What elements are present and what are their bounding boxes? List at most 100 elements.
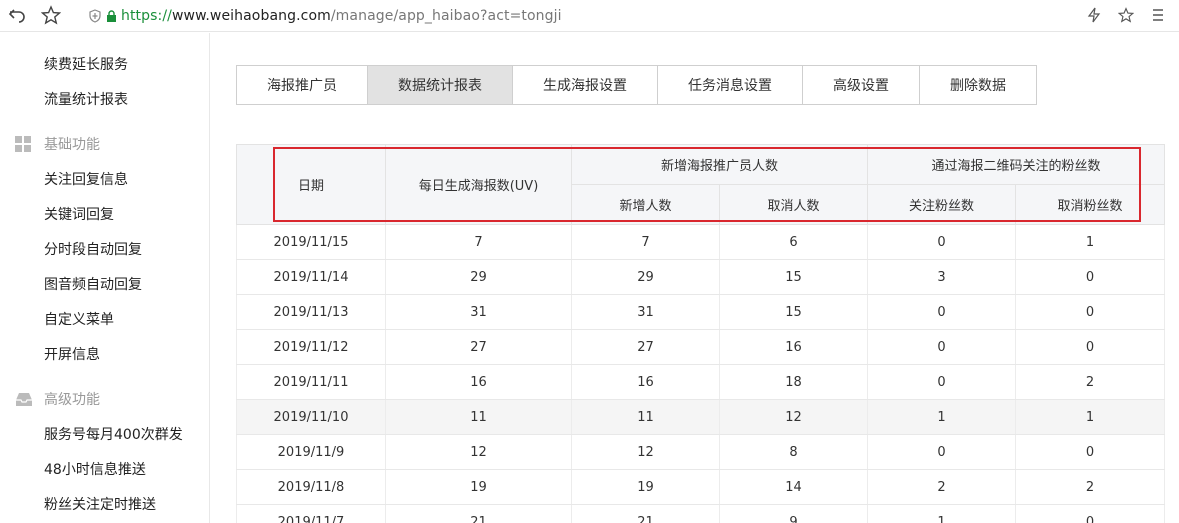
inbox-icon xyxy=(16,393,32,406)
cell-cancel: 15 xyxy=(718,259,869,295)
sidebar-item-renew[interactable]: 续费延长服务 xyxy=(44,54,128,74)
sidebar-item-traffic-report[interactable]: 流量统计报表 xyxy=(44,89,128,109)
cell-date: 2019/11/14 xyxy=(236,259,386,295)
cell-date: 2019/11/8 xyxy=(236,469,386,505)
grid-icon xyxy=(15,136,31,152)
table-row: 2019/11/13 31 31 15 0 0 xyxy=(236,294,1166,330)
cell-new: 27 xyxy=(571,329,720,365)
cell-posters: 27 xyxy=(385,329,572,365)
cell-date: 2019/11/10 xyxy=(236,399,386,435)
cell-posters: 16 xyxy=(385,364,572,400)
cell-unfollow: 0 xyxy=(1015,259,1166,295)
back-icon[interactable] xyxy=(6,4,28,26)
cell-follow: 0 xyxy=(867,294,1017,330)
table-row: 2019/11/7 21 21 9 1 0 xyxy=(236,504,1166,523)
cell-posters: 7 xyxy=(385,224,572,260)
table-row: 2019/11/14 29 29 15 3 0 xyxy=(236,259,1166,295)
sidebar-group-label: 基础功能 xyxy=(44,137,100,153)
tab-advanced-settings[interactable]: 高级设置 xyxy=(803,66,920,104)
stats-table: 日期 每日生成海报数(UV) 新增海报推广员人数 通过海报二维码关注的粉丝数 新… xyxy=(236,144,1166,523)
header-new-count: 新增人数 xyxy=(571,184,720,225)
sidebar-item-custom-menu[interactable]: 自定义菜单 xyxy=(44,309,114,329)
cell-unfollow: 0 xyxy=(1015,504,1166,523)
cell-posters: 29 xyxy=(385,259,572,295)
cell-follow: 0 xyxy=(867,364,1017,400)
cell-cancel: 9 xyxy=(718,504,869,523)
tab-delete-data[interactable]: 删除数据 xyxy=(920,66,1036,104)
star-icon[interactable] xyxy=(40,4,62,26)
cell-follow: 1 xyxy=(867,399,1017,435)
cell-new: 29 xyxy=(571,259,720,295)
tab-poster-settings[interactable]: 生成海报设置 xyxy=(513,66,658,104)
cell-unfollow: 1 xyxy=(1015,399,1166,435)
sidebar-item-48h-push[interactable]: 48小时信息推送 xyxy=(44,459,146,479)
sidebar-item-scheduled-push[interactable]: 粉丝关注定时推送 xyxy=(44,494,156,514)
cell-new: 21 xyxy=(571,504,720,523)
address-bar[interactable]: https://www.weihaobang.com/manage/app_ha… xyxy=(88,6,562,26)
cell-follow: 0 xyxy=(867,329,1017,365)
cell-date: 2019/11/11 xyxy=(236,364,386,400)
more-icon[interactable] xyxy=(1147,4,1169,26)
cell-posters: 31 xyxy=(385,294,572,330)
cell-cancel: 14 xyxy=(718,469,869,505)
cell-unfollow: 0 xyxy=(1015,329,1166,365)
cell-posters: 11 xyxy=(385,399,572,435)
cell-new: 11 xyxy=(571,399,720,435)
cell-new: 19 xyxy=(571,469,720,505)
header-cancel-fans: 取消粉丝数 xyxy=(1015,184,1166,225)
cell-posters: 12 xyxy=(385,434,572,470)
sidebar: 续费延长服务 流量统计报表 基础功能 关注回复信息 关键词回复 分时段自动回复 … xyxy=(0,33,210,523)
tab-poster-promoters[interactable]: 海报推广员 xyxy=(237,66,368,104)
cell-date: 2019/11/9 xyxy=(236,434,386,470)
cell-follow: 1 xyxy=(867,504,1017,523)
sidebar-item-keyword-reply[interactable]: 关键词回复 xyxy=(44,204,114,224)
cell-date: 2019/11/12 xyxy=(236,329,386,365)
table-row: 2019/11/8 19 19 14 2 2 xyxy=(236,469,1166,505)
table-row: 2019/11/9 12 12 8 0 0 xyxy=(236,434,1166,470)
cell-new: 31 xyxy=(571,294,720,330)
tab-task-message-settings[interactable]: 任务消息设置 xyxy=(658,66,803,104)
table-row: 2019/11/11 16 16 18 0 2 xyxy=(236,364,1166,400)
header-follow-fans: 关注粉丝数 xyxy=(867,184,1017,225)
table-row: 2019/11/12 27 27 16 0 0 xyxy=(236,329,1166,365)
cell-unfollow: 2 xyxy=(1015,364,1166,400)
sidebar-item-follow-reply[interactable]: 关注回复信息 xyxy=(44,169,128,189)
sidebar-item-splash[interactable]: 开屏信息 xyxy=(44,344,100,364)
star-outline-icon[interactable] xyxy=(1115,4,1137,26)
cell-date: 2019/11/15 xyxy=(236,224,386,260)
cell-unfollow: 0 xyxy=(1015,294,1166,330)
cell-cancel: 18 xyxy=(718,364,869,400)
cell-follow: 0 xyxy=(867,434,1017,470)
cell-unfollow: 2 xyxy=(1015,469,1166,505)
cell-follow: 0 xyxy=(867,224,1017,260)
cell-cancel: 15 xyxy=(718,294,869,330)
cell-cancel: 6 xyxy=(718,224,869,260)
stats-table-wrap: 日期 每日生成海报数(UV) 新增海报推广员人数 通过海报二维码关注的粉丝数 新… xyxy=(236,144,1166,523)
sidebar-group-basic: 基础功能 xyxy=(14,134,100,154)
tab-bar: 海报推广员 数据统计报表 生成海报设置 任务消息设置 高级设置 删除数据 xyxy=(236,65,1037,105)
cell-follow: 3 xyxy=(867,259,1017,295)
header-cancel-count: 取消人数 xyxy=(718,184,869,225)
cell-cancel: 12 xyxy=(718,399,869,435)
sidebar-item-timed-reply[interactable]: 分时段自动回复 xyxy=(44,239,142,259)
tab-data-report[interactable]: 数据统计报表 xyxy=(368,66,513,104)
lightning-icon[interactable] xyxy=(1083,4,1105,26)
cell-new: 7 xyxy=(571,224,720,260)
cell-date: 2019/11/13 xyxy=(236,294,386,330)
sidebar-item-media-reply[interactable]: 图音频自动回复 xyxy=(44,274,142,294)
cell-cancel: 8 xyxy=(718,434,869,470)
cell-unfollow: 0 xyxy=(1015,434,1166,470)
cell-cancel: 16 xyxy=(718,329,869,365)
cell-posters: 19 xyxy=(385,469,572,505)
url-text: https://www.weihaobang.com/manage/app_ha… xyxy=(121,8,562,24)
browser-toolbar: https://www.weihaobang.com/manage/app_ha… xyxy=(0,0,1179,32)
shield-icon xyxy=(89,9,101,23)
table-row: 2019/11/15 7 7 6 0 1 xyxy=(236,224,1166,260)
cell-new: 12 xyxy=(571,434,720,470)
cell-unfollow: 1 xyxy=(1015,224,1166,260)
sidebar-item-mass-send[interactable]: 服务号每月400次群发 xyxy=(44,424,183,444)
table-body: 2019/11/15 7 7 6 0 1 2019/11/14 29 29 15 3 0 2019/11… xyxy=(236,224,1166,523)
header-group-fans: 通过海报二维码关注的粉丝数 xyxy=(867,144,1166,185)
header-daily-posters: 每日生成海报数(UV) xyxy=(385,144,572,225)
lock-icon xyxy=(107,10,116,22)
